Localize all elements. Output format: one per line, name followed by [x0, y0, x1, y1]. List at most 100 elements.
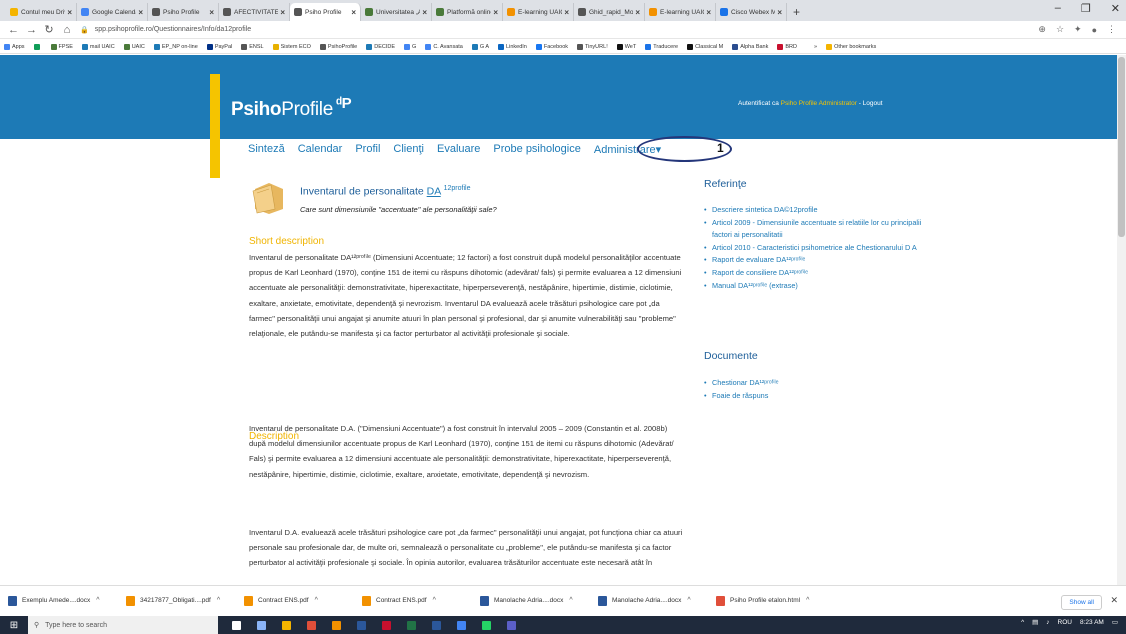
bookmark-item[interactable]: G A [471, 43, 489, 50]
nav-probe-psihologice[interactable]: Probe psihologice [493, 143, 580, 156]
tab-close-icon[interactable]: × [564, 8, 569, 17]
reference-link[interactable]: Descriere sintetica DA©12profile [704, 204, 932, 217]
home-icon[interactable]: ⌂ [62, 24, 72, 36]
volume-icon[interactable]: ♪ [1046, 619, 1049, 626]
tab-close-icon[interactable]: × [138, 8, 143, 17]
tray-clock[interactable]: 8:23 AM [1080, 619, 1104, 626]
nav-sinteza[interactable]: Sinteză [248, 143, 285, 156]
browser-tab[interactable]: Universitatea „A × [361, 3, 432, 21]
bookmark-item[interactable]: PayPal [206, 43, 232, 50]
browser-tab[interactable]: Psiho Profile × [148, 3, 219, 21]
maximize-button[interactable]: ❐ [1081, 2, 1091, 15]
download-item[interactable]: Manolache Adria....docx ^ [480, 595, 598, 606]
notifications-icon[interactable]: ▭ [1112, 618, 1118, 626]
tab-close-icon[interactable]: × [777, 8, 782, 17]
taskbar-search-input[interactable]: ⚲ Type here to search [28, 616, 218, 634]
excel-icon[interactable] [407, 620, 416, 630]
bookmark-item[interactable]: Other bookmarks [826, 43, 876, 50]
auth-user-link[interactable]: Psiho Profile Administrator [781, 100, 857, 107]
minimize-button[interactable]: – [1055, 2, 1061, 15]
nav-profil[interactable]: Profil [355, 143, 380, 156]
tab-close-icon[interactable]: × [422, 8, 427, 17]
tab-close-icon[interactable]: × [706, 8, 711, 17]
bookmark-item[interactable]: » [806, 43, 817, 50]
bookmark-item[interactable]: UAIC [123, 43, 145, 50]
taskbar-app-icon[interactable] [382, 620, 391, 630]
close-downloads-bar-button[interactable]: ✕ [1110, 595, 1118, 606]
bookmark-item[interactable]: G [404, 43, 416, 50]
document-link[interactable]: Chestionar DA¹²ᵖʳᵒᶠⁱˡᵉ [704, 377, 932, 390]
reference-link[interactable]: Articol 2009 - Dimensiunile accentuate s… [704, 217, 932, 242]
network-icon[interactable]: ▤ [1032, 618, 1038, 626]
bookmark-item[interactable]: TinyURL! [577, 43, 608, 50]
word-icon[interactable] [357, 620, 366, 630]
scrollbar-thumb[interactable] [1118, 57, 1125, 237]
chevron-up-icon[interactable]: ^ [315, 597, 318, 604]
browser-tab[interactable]: Google Calendar × [77, 3, 148, 21]
browser-tab[interactable]: Ghid_rapid_Mod × [574, 3, 645, 21]
chevron-up-icon[interactable]: ^ [96, 597, 99, 604]
nav-calendar[interactable]: Calendar [298, 143, 343, 156]
tab-close-icon[interactable]: × [635, 8, 640, 17]
reference-link[interactable]: Raport de evaluare DA¹²ᵖʳᵒᶠⁱˡᵉ [704, 254, 932, 267]
file-explorer-icon[interactable] [282, 620, 291, 630]
browser-tab[interactable]: Cisco Webex Me × [716, 3, 787, 21]
bookmark-item[interactable]: Apps [4, 43, 25, 50]
profile-avatar[interactable]: ● [1092, 25, 1097, 35]
reference-link[interactable]: Manual DA¹²ᵖʳᵒᶠⁱˡᵉ (extrase) [704, 280, 932, 293]
tab-close-icon[interactable]: × [67, 8, 72, 17]
download-item[interactable]: 34217877_Obligati....pdf ^ [126, 595, 244, 606]
browser-tab[interactable]: Contul meu Drive× [6, 3, 77, 21]
bookmark-item[interactable]: WeT [616, 43, 636, 50]
star-icon[interactable]: ☆ [1056, 24, 1064, 35]
show-all-downloads-button[interactable]: Show all [1061, 595, 1102, 610]
download-item[interactable]: Contract ENS.pdf ^ [362, 595, 480, 606]
taskbar-app-icon[interactable] [307, 620, 316, 630]
tray-language[interactable]: ROU [1058, 619, 1072, 626]
chrome-icon[interactable] [457, 620, 466, 630]
bookmark-item[interactable]: mail UAIC [81, 43, 115, 50]
chevron-up-icon[interactable]: ^ [217, 597, 220, 604]
download-item[interactable]: Exemplu Amede....docx ^ [8, 595, 126, 606]
browser-tab[interactable]: E-learning UAIC × [503, 3, 574, 21]
bookmark-item[interactable]: LinkedIn [498, 43, 527, 50]
back-icon[interactable]: ← [8, 24, 19, 36]
task-view-icon[interactable] [232, 620, 241, 630]
bookmark-item[interactable]: EP_NP on-line [153, 43, 198, 50]
page-scrollbar[interactable] [1117, 55, 1126, 585]
browser-tab[interactable]: AFECTIVITATE / P× [219, 3, 290, 21]
browser-tab[interactable]: Platformă online × [432, 3, 503, 21]
site-logo[interactable]: PsihoProfile ᵈP [231, 95, 352, 121]
document-link[interactable]: Foaie de răspuns [704, 390, 932, 403]
new-tab-button[interactable]: + [793, 3, 800, 21]
bookmark-item[interactable]: Alpha Bank [732, 43, 768, 50]
tray-up-icon[interactable]: ^ [1021, 619, 1024, 626]
bookmark-item[interactable]: FPSE [50, 43, 73, 50]
zoom-icon[interactable]: ⊕ [1038, 24, 1046, 35]
bookmark-item[interactable]: C. Avansata [425, 43, 463, 50]
title-da-link[interactable]: DA [427, 186, 441, 198]
taskbar-app-icon[interactable] [332, 620, 341, 630]
tab-close-icon[interactable]: × [493, 8, 498, 17]
forward-icon[interactable]: → [26, 24, 37, 36]
download-item[interactable]: Psiho Profile etalon.html ^ [716, 595, 834, 606]
chevron-up-icon[interactable]: ^ [806, 597, 809, 604]
bookmark-item[interactable]: PsihoProfile [319, 43, 357, 50]
browser-tab[interactable]: Psiho Profile × [290, 3, 361, 21]
bookmark-item[interactable]: Classical M [687, 43, 723, 50]
browser-tab[interactable]: E-learning UAIC × [645, 3, 716, 21]
bookmark-item[interactable]: Traducere [645, 43, 678, 50]
bookmark-item[interactable]: DECIDE [366, 43, 395, 50]
chevron-up-icon[interactable]: ^ [687, 597, 690, 604]
nav-clienti[interactable]: Clienţi [393, 143, 424, 156]
tab-close-icon[interactable]: × [351, 8, 356, 17]
extension-icon[interactable]: ✦ [1074, 24, 1082, 35]
nav-evaluare[interactable]: Evaluare [437, 143, 480, 156]
bookmark-item[interactable]: BRD [777, 43, 797, 50]
chevron-up-icon[interactable]: ^ [433, 597, 436, 604]
close-window-button[interactable]: ✕ [1111, 2, 1120, 15]
reference-link[interactable]: Raport de consiliere DA¹²ᵖʳᵒᶠⁱˡᵉ [704, 267, 932, 280]
word-icon[interactable] [432, 620, 441, 630]
taskbar-app-icon[interactable] [257, 620, 266, 630]
bookmark-item[interactable]: Facebook [535, 43, 568, 50]
